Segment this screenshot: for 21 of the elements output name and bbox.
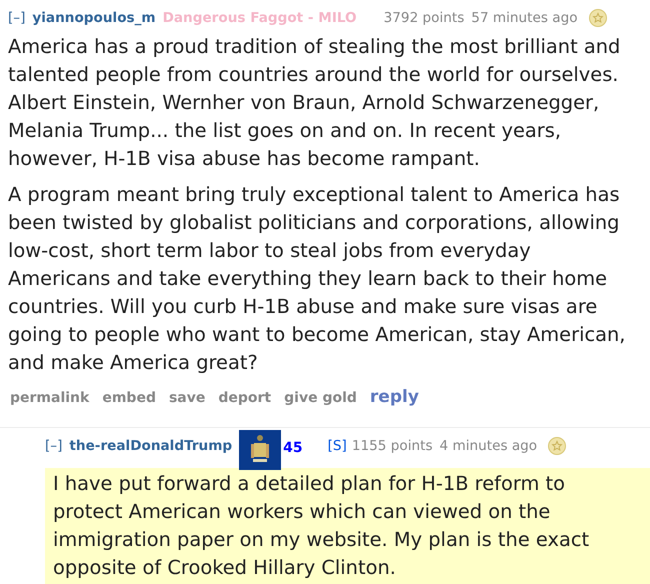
score-text: 1155 points — [352, 436, 433, 456]
state-flag-icon — [239, 430, 282, 470]
action-link[interactable]: embed — [102, 388, 156, 408]
reply-link[interactable]: reply — [370, 385, 419, 411]
action-link[interactable]: permalink — [10, 388, 90, 408]
comment-paragraph: America has a proud tradition of stealing the most brilliant and talented people from countries around the world for ourselves. Albert Einstein, Wernher von Braun, Arnold Schwarzenegger, Melania Trump... the list goes on and on. In recent years, however, H-1B visa abuse has become rampant. — [8, 34, 622, 172]
comment-paragraph: A program meant bring truly exceptional talent to America has been twisted by globalist politicians and corporations, allowing low-cost, short term labor to steal jobs from everyday Americans and take everything they learn back to their home countries. Will you curb H-1B abuse and make sure visas are going to people who want to become American, stay American, and make America great? — [8, 182, 626, 376]
collapse-toggle[interactable]: [–] — [45, 436, 62, 456]
submitter-tag: [S] — [328, 436, 347, 456]
comment-paragraph: I have put forward a detailed plan for H-1B reform to protect American workers which can viewed on the immigration paper on my website. My plan is the exact opposite of Crooked Hillary Clinton. — [53, 471, 590, 581]
user-flair: Dangerous Faggot - MILO — [162, 8, 357, 28]
flair-number: 45 — [283, 439, 303, 458]
timestamp: 4 minutes ago — [440, 436, 538, 456]
score-text: 3792 points — [384, 8, 464, 28]
timestamp: 57 minutes ago — [471, 8, 578, 28]
author-link[interactable]: yiannopoulos_m — [32, 8, 156, 28]
action-link[interactable]: deport — [218, 388, 272, 408]
action-link[interactable]: give gold — [284, 388, 357, 408]
collapse-toggle[interactable]: [–] — [8, 8, 26, 28]
action-link[interactable]: save — [168, 388, 206, 408]
author-link[interactable]: the-realDonaldTrump — [69, 436, 232, 456]
